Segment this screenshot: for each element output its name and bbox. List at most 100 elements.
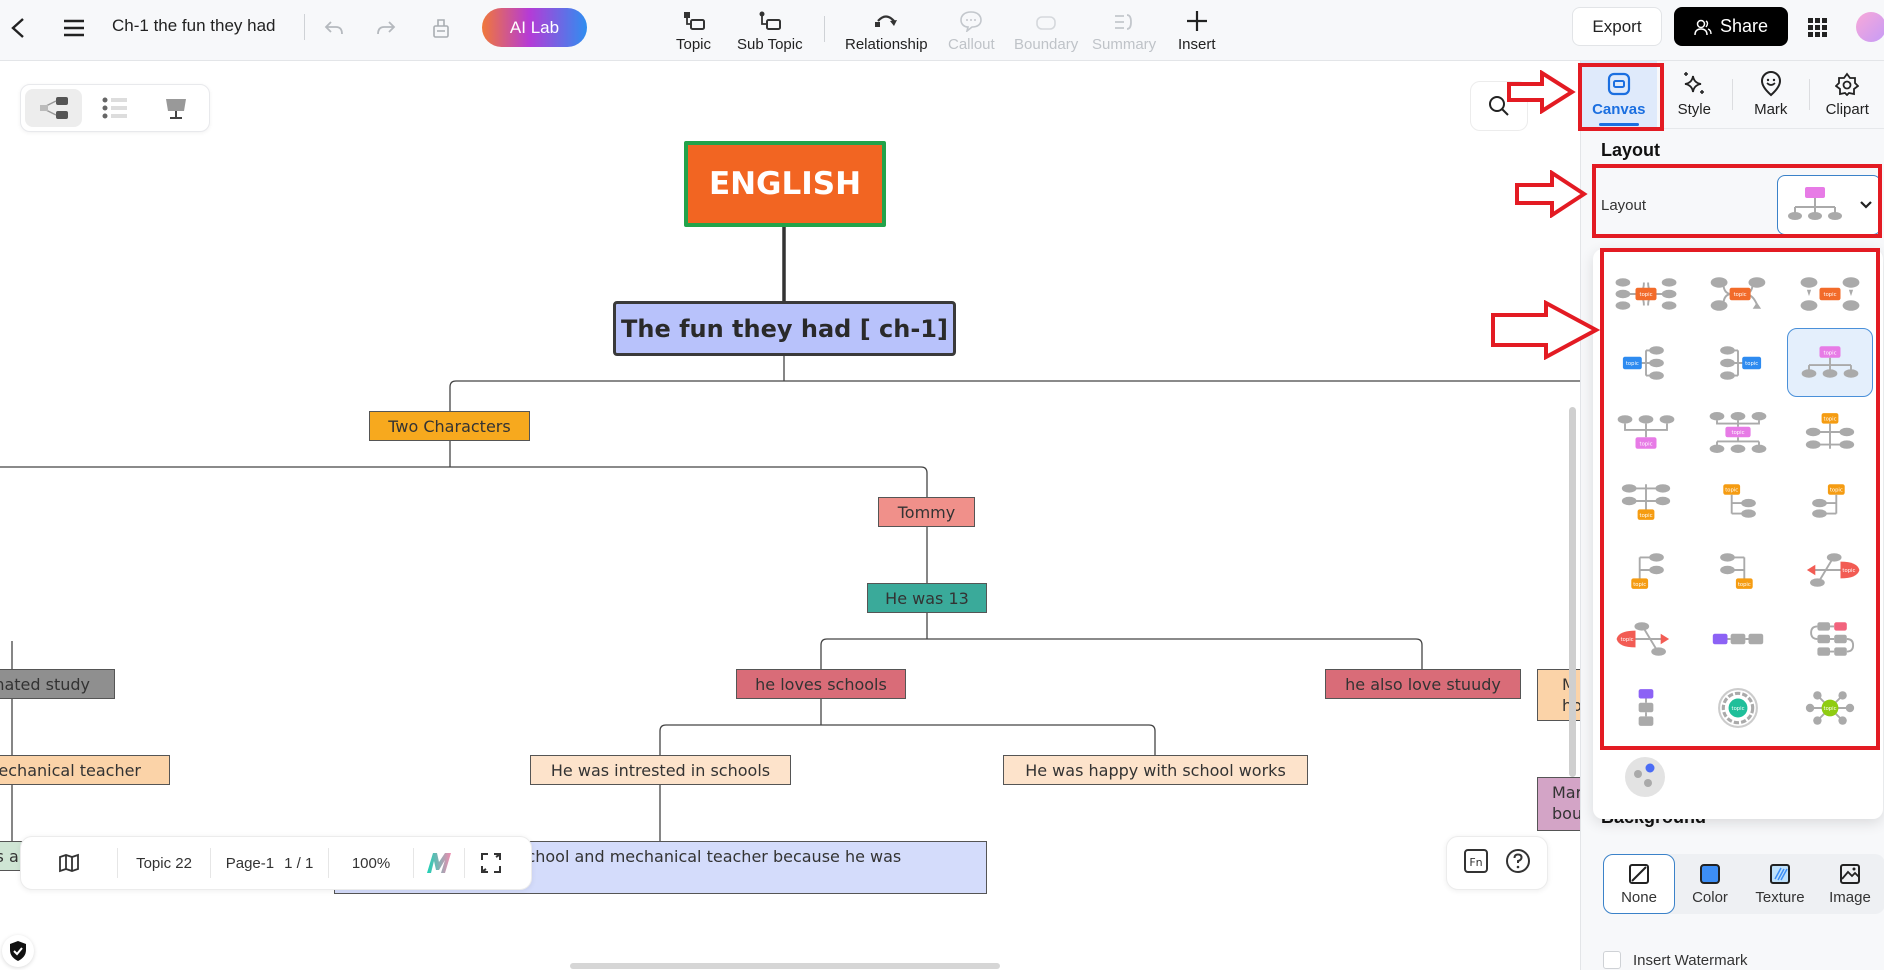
topic-icon <box>683 12 705 30</box>
undo-button[interactable] <box>320 14 348 42</box>
tab-clipart[interactable]: Clipart <box>1810 61 1884 128</box>
callout-tool[interactable]: Callout <box>948 4 995 53</box>
layout-option-tree-up-right[interactable]: topic <box>1603 535 1689 604</box>
security-badge[interactable] <box>2 935 34 967</box>
user-avatar[interactable] <box>1856 12 1884 42</box>
topic-tool-label: Topic <box>676 36 712 53</box>
layout-option-timeline-snake[interactable] <box>1787 604 1873 673</box>
layout-option-mind-map-both[interactable]: topic <box>1603 259 1689 328</box>
tab-style-label: Style <box>1677 101 1711 118</box>
layout-option-tree-right-down[interactable]: topic <box>1787 397 1873 466</box>
relationship-icon <box>875 15 898 27</box>
share-button[interactable]: Share <box>1674 7 1788 46</box>
background-none-label: None <box>1621 889 1657 906</box>
layout-select[interactable] <box>1777 175 1881 235</box>
apps-button[interactable] <box>1804 14 1830 40</box>
help-button[interactable] <box>1505 848 1531 879</box>
subtopic-mechanical-teacher[interactable]: mechanical teacher <box>0 755 170 785</box>
zoom-level[interactable]: 100% <box>329 837 413 889</box>
node-text: he also love stuudy <box>1345 674 1501 694</box>
back-button[interactable] <box>4 14 32 42</box>
subtopic-he-also-love-stuudy[interactable]: he also love stuudy <box>1325 669 1521 699</box>
menu-button[interactable] <box>60 14 88 42</box>
layout-option-more[interactable] <box>1625 757 1665 797</box>
layout-option-timeline-vertical[interactable] <box>1603 673 1689 742</box>
apps-grid-icon <box>1808 18 1827 37</box>
svg-text:topic: topic <box>1830 487 1843 493</box>
subtopic-he-loves-schools[interactable]: he loves schools <box>736 669 906 699</box>
background-none-option[interactable]: None <box>1603 854 1675 914</box>
layout-option-fishbone-left[interactable]: topic <box>1603 604 1689 673</box>
topic-tool[interactable]: Topic <box>676 4 711 53</box>
function-key-button[interactable]: Fn <box>1463 848 1489 879</box>
vertical-scrollbar[interactable] <box>1569 407 1576 777</box>
background-color-option[interactable]: Color <box>1675 854 1745 914</box>
brand-logo-button[interactable] <box>414 837 464 889</box>
svg-text:topic: topic <box>1842 568 1855 574</box>
fishbone-left-layout-icon: topic <box>1616 621 1670 656</box>
page-indicator[interactable]: Page-1 1 / 1 <box>211 837 328 889</box>
layout-option-org-chart-down[interactable]: topic <box>1787 328 1873 397</box>
export-button[interactable]: Export <box>1572 7 1662 46</box>
layout-option-circle-map[interactable]: topic <box>1695 673 1781 742</box>
fullscreen-icon <box>481 853 501 873</box>
document-title[interactable]: Ch-1 the fun they had <box>112 16 276 36</box>
layout-options-dropdown: topic topic topic topic topic topic topic topic… <box>1593 249 1883 819</box>
map-icon <box>59 853 79 873</box>
insert-tool[interactable]: Insert <box>1178 4 1216 53</box>
hamburger-icon <box>64 19 84 37</box>
tab-mark[interactable]: Mark <box>1733 61 1809 128</box>
brand-logo-icon <box>427 853 451 873</box>
fishbone-right-layout-icon: topic <box>1806 552 1860 587</box>
subtopic-mar-bou[interactable]: Mar bou <box>1537 777 1580 831</box>
texture-icon <box>1770 864 1790 884</box>
layout-option-tree-left[interactable]: topic <box>1787 466 1873 535</box>
ai-lab-button[interactable]: AI Lab <box>482 8 587 47</box>
main-topic[interactable]: The fun they had [ ch-1] <box>613 301 956 356</box>
layout-option-tree-up-left[interactable]: topic <box>1695 535 1781 604</box>
tab-style[interactable]: Style <box>1657 61 1733 128</box>
svg-text:topic: topic <box>1725 487 1738 493</box>
layout-option-timeline-horizontal[interactable] <box>1695 604 1781 673</box>
layout-option-tree-right[interactable]: topic <box>1695 466 1781 535</box>
layout-option-bubble-map[interactable]: topic <box>1787 673 1873 742</box>
node-text: hated study <box>0 674 90 694</box>
format-painter-button[interactable] <box>427 14 455 42</box>
subtopic-tool[interactable]: Sub Topic <box>737 4 803 53</box>
layout-option-mind-map-down-arrows[interactable]: topic <box>1787 259 1873 328</box>
horizontal-scrollbar[interactable] <box>570 963 1000 969</box>
background-image-label: Image <box>1829 889 1871 906</box>
subtopic-intrested-in-schools[interactable]: He was intrested in schools <box>530 755 791 785</box>
summary-tool[interactable]: Summary <box>1092 4 1156 53</box>
layout-option-org-chart-both[interactable]: topic <box>1695 397 1781 466</box>
layout-option-fishbone-right[interactable]: topic <box>1787 535 1873 604</box>
insert-watermark-checkbox[interactable] <box>1603 951 1621 969</box>
boundary-tool-label: Boundary <box>1014 36 1079 53</box>
layout-option-tree-both[interactable]: topic <box>1603 466 1689 535</box>
map-overview-button[interactable] <box>21 837 117 889</box>
relationship-tool[interactable]: Relationship <box>845 4 928 53</box>
node-text: Two Characters <box>388 416 511 436</box>
boundary-tool[interactable]: Boundary <box>1014 4 1078 53</box>
node-text: he loves schools <box>755 674 887 694</box>
root-topic[interactable]: ENGLISH <box>684 141 886 227</box>
layout-option-org-chart-up[interactable]: topic <box>1603 397 1689 466</box>
subtopic-two-characters[interactable]: Two Characters <box>369 411 530 441</box>
layout-option-logic-right[interactable]: topic <box>1603 328 1689 397</box>
fullscreen-button[interactable] <box>465 837 517 889</box>
tab-clipart-label: Clipart <box>1825 101 1869 118</box>
background-texture-option[interactable]: Texture <box>1745 854 1815 914</box>
svg-text:topic: topic <box>1640 292 1653 298</box>
tab-canvas-label: Canvas <box>1592 101 1646 118</box>
mindmap-canvas[interactable]: ENGLISH The fun they had [ ch-1] Two Cha… <box>0 61 1580 970</box>
redo-button[interactable] <box>372 14 400 42</box>
background-image-option[interactable]: Image <box>1815 854 1884 914</box>
layout-option-mind-map-right-arrow[interactable]: topic <box>1695 259 1781 328</box>
subtopic-he-was-13[interactable]: He was 13 <box>867 583 987 613</box>
layout-option-logic-left[interactable]: topic <box>1695 328 1781 397</box>
subtopic-hated-study[interactable]: hated study <box>0 669 115 699</box>
tab-canvas[interactable]: Canvas <box>1581 61 1657 128</box>
subtopic-tommy[interactable]: Tommy <box>878 497 975 527</box>
svg-text:topic: topic <box>1738 581 1751 587</box>
subtopic-happy-school-works[interactable]: He was happy with school works <box>1003 755 1308 785</box>
